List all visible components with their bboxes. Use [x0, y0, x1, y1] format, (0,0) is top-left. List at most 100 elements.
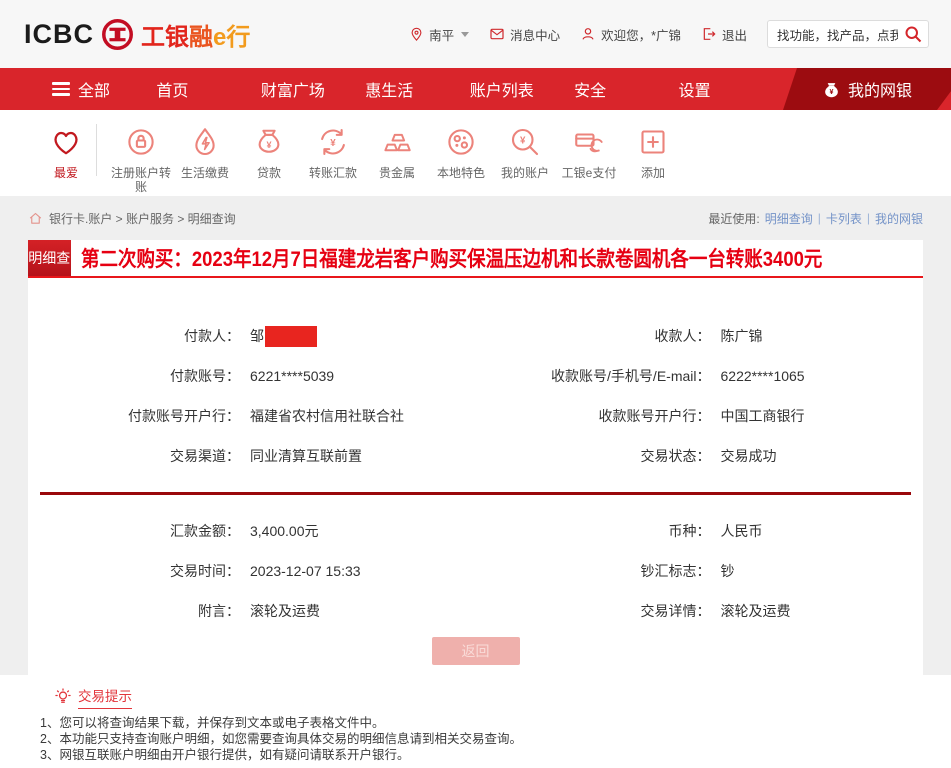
field-label: 交易状态：: [476, 446, 711, 466]
tab-detail-query[interactable]: 明细查询: [28, 240, 71, 276]
quick-item-label: 添加: [641, 166, 665, 180]
field-payee-bank: 收款账号开户行： 中国工商银行: [476, 396, 924, 436]
annotation-overlay-text: 第二次购买：2023年12月7日福建龙岩客户购买保温压边机和长款卷圆机各一台转账…: [81, 243, 822, 273]
field-label: 附言：: [28, 601, 240, 621]
logout-label: 退出: [722, 25, 747, 44]
user-icon: [580, 26, 596, 42]
field-value: 中国工商银行: [721, 406, 805, 426]
breadcrumb[interactable]: 银行卡.账户 > 账户服务 > 明细查询: [28, 210, 236, 227]
breadcrumb-row: 银行卡.账户 > 账户服务 > 明细查询 最近使用: 明细查询 | 卡列表 | …: [0, 196, 951, 240]
field-value: 同业清算互联前置: [250, 446, 362, 466]
field-label: 币种：: [476, 521, 711, 541]
welcome-user[interactable]: 欢迎您，*广锦: [580, 25, 681, 44]
field-value: 6222****1065: [721, 368, 805, 384]
quick-item-life-payment[interactable]: 生活缴费: [173, 122, 237, 180]
register-transfer-icon: [123, 122, 159, 162]
nav-item-security[interactable]: 安全: [574, 77, 678, 101]
field-channel: 交易渠道： 同业清算互联前置: [28, 436, 476, 476]
menu-icon: [52, 82, 70, 96]
field-currency: 币种： 人民币: [476, 511, 924, 551]
transaction-tips: 交易提示 1、您可以将查询结果下载，并保存到文本或电子表格文件中。 2、本功能只…: [0, 675, 951, 768]
detail-form-bottom: 汇款金额： 3,400.00元 币种： 人民币 交易时间： 2023-12-07…: [28, 495, 923, 631]
field-trans-detail: 交易详情： 滚轮及运费: [476, 591, 924, 631]
field-payee-account: 收款账号/手机号/E-mail： 6222****1065: [476, 356, 924, 396]
field-value: 福建省农村信用社联合社: [250, 406, 404, 426]
quick-item-local-features[interactable]: 本地特色: [429, 122, 493, 180]
quick-item-favorites[interactable]: 最爱: [40, 122, 92, 180]
quick-item-label: 贵金属: [379, 166, 415, 180]
search-icon[interactable]: [903, 24, 923, 44]
detail-form-top: 付款人： 邹 收款人： 陈广锦 付款账号： 6221****5039 收款账号/…: [28, 278, 923, 476]
field-label: 交易时间：: [28, 561, 240, 581]
nav-item-wealth[interactable]: 财富广场: [261, 77, 365, 101]
recent-link-card-list[interactable]: 卡列表: [826, 210, 862, 227]
nav-items: 全部 首页 财富广场 惠生活 账户列表 安全 设置: [0, 77, 783, 101]
quick-item-label: 生活缴费: [181, 166, 229, 180]
search-box: [767, 20, 929, 48]
quick-item-label: 贷款: [257, 166, 281, 180]
icbc-emblem-icon: [101, 18, 134, 51]
epay-card-icon: [571, 122, 607, 162]
tips-title: 交易提示: [78, 685, 132, 709]
tips-list: 1、您可以将查询结果下载，并保存到文本或电子表格文件中。 2、本功能只支持查询账…: [40, 716, 931, 764]
icbc-logo[interactable]: ICBC 工银融e行: [24, 17, 250, 52]
divider-text: |: [867, 211, 870, 225]
field-status: 交易状态： 交易成功: [476, 436, 924, 476]
money-bag-icon: ¥: [822, 80, 841, 99]
recent-used: 最近使用: 明细查询 | 卡列表 | 我的网银: [708, 210, 923, 227]
nav-item-my-ebank[interactable]: ¥ 我的网银: [783, 68, 951, 110]
tip-item: 3、网银互联账户明细由开户银行提供，如有疑问请联系开户银行。: [40, 748, 931, 764]
field-label: 钞汇标志：: [476, 561, 711, 581]
field-payer-account: 付款账号： 6221****5039: [28, 356, 476, 396]
logout-button[interactable]: 退出: [701, 25, 747, 44]
transfer-remit-icon: ¥: [315, 122, 351, 162]
message-center-link[interactable]: 消息中心: [489, 25, 560, 44]
field-value: 人民币: [721, 521, 763, 541]
nav-item-life[interactable]: 惠生活: [365, 77, 469, 101]
recent-link-detail-query[interactable]: 明细查询: [765, 210, 813, 227]
quick-item-my-account[interactable]: ¥ 我的账户: [493, 122, 557, 180]
nav-item-accounts[interactable]: 账户列表: [470, 77, 574, 101]
svg-text:¥: ¥: [266, 140, 271, 150]
back-button[interactable]: 返回: [432, 637, 520, 665]
quick-item-precious-metals[interactable]: 贵金属: [365, 122, 429, 180]
header-toolbar: 南平 消息中心 欢迎您，*广锦: [409, 20, 929, 48]
icbc-logo-text: ICBC: [24, 19, 94, 50]
quick-item-register-transfer[interactable]: 注册账户转账: [109, 122, 173, 194]
tip-item: 2、本功能只支持查询账户明细，如您需要查询具体交易的明细信息请到相关交易查询。: [40, 732, 931, 748]
nav-item-home[interactable]: 首页: [156, 77, 260, 101]
quick-item-label: 转账汇款: [309, 166, 357, 180]
local-features-icon: [443, 122, 479, 162]
quick-item-label: 注册账户转账: [109, 166, 173, 194]
field-cash-flag: 钞汇标志： 钞: [476, 551, 924, 591]
redaction-block: [265, 326, 317, 347]
quick-item-transfer-remit[interactable]: ¥ 转账汇款: [301, 122, 365, 180]
quick-item-loan[interactable]: ¥ 贷款: [237, 122, 301, 180]
nav-item-all[interactable]: 全部: [52, 77, 156, 101]
home-icon: [28, 211, 43, 226]
logo-cn-text: 工银融e行: [141, 17, 250, 52]
vertical-divider: [96, 124, 97, 176]
recent-link-my-ebank[interactable]: 我的网银: [875, 210, 923, 227]
field-label: 收款人：: [476, 326, 711, 346]
life-payment-icon: [187, 122, 223, 162]
content-area: 银行卡.账户 > 账户服务 > 明细查询 最近使用: 明细查询 | 卡列表 | …: [0, 196, 951, 768]
field-memo: 附言： 滚轮及运费: [28, 591, 476, 631]
add-icon: [635, 122, 671, 162]
field-value: 陈广锦: [721, 326, 763, 346]
field-value: 钞: [721, 561, 735, 581]
quick-item-label: 我的账户: [501, 166, 549, 180]
location-selector[interactable]: 南平: [409, 25, 469, 44]
field-value: 邹: [250, 326, 317, 347]
chevron-down-icon: [461, 32, 469, 37]
nav-item-settings[interactable]: 设置: [679, 77, 783, 101]
quick-item-epay[interactable]: 工银e支付: [557, 122, 621, 180]
field-label: 汇款金额：: [28, 521, 240, 541]
card-header: 明细查询 第二次购买：2023年12月7日福建龙岩客户购买保温压边机和长款卷圆机…: [28, 240, 923, 278]
quick-item-add[interactable]: 添加: [621, 122, 685, 180]
detail-card: 明细查询 第二次购买：2023年12月7日福建龙岩客户购买保温压边机和长款卷圆机…: [28, 240, 923, 675]
heart-icon: [48, 122, 84, 162]
svg-text:¥: ¥: [330, 138, 336, 149]
quick-item-label: 最爱: [54, 166, 78, 180]
welcome-label: 欢迎您，*广锦: [601, 25, 681, 44]
